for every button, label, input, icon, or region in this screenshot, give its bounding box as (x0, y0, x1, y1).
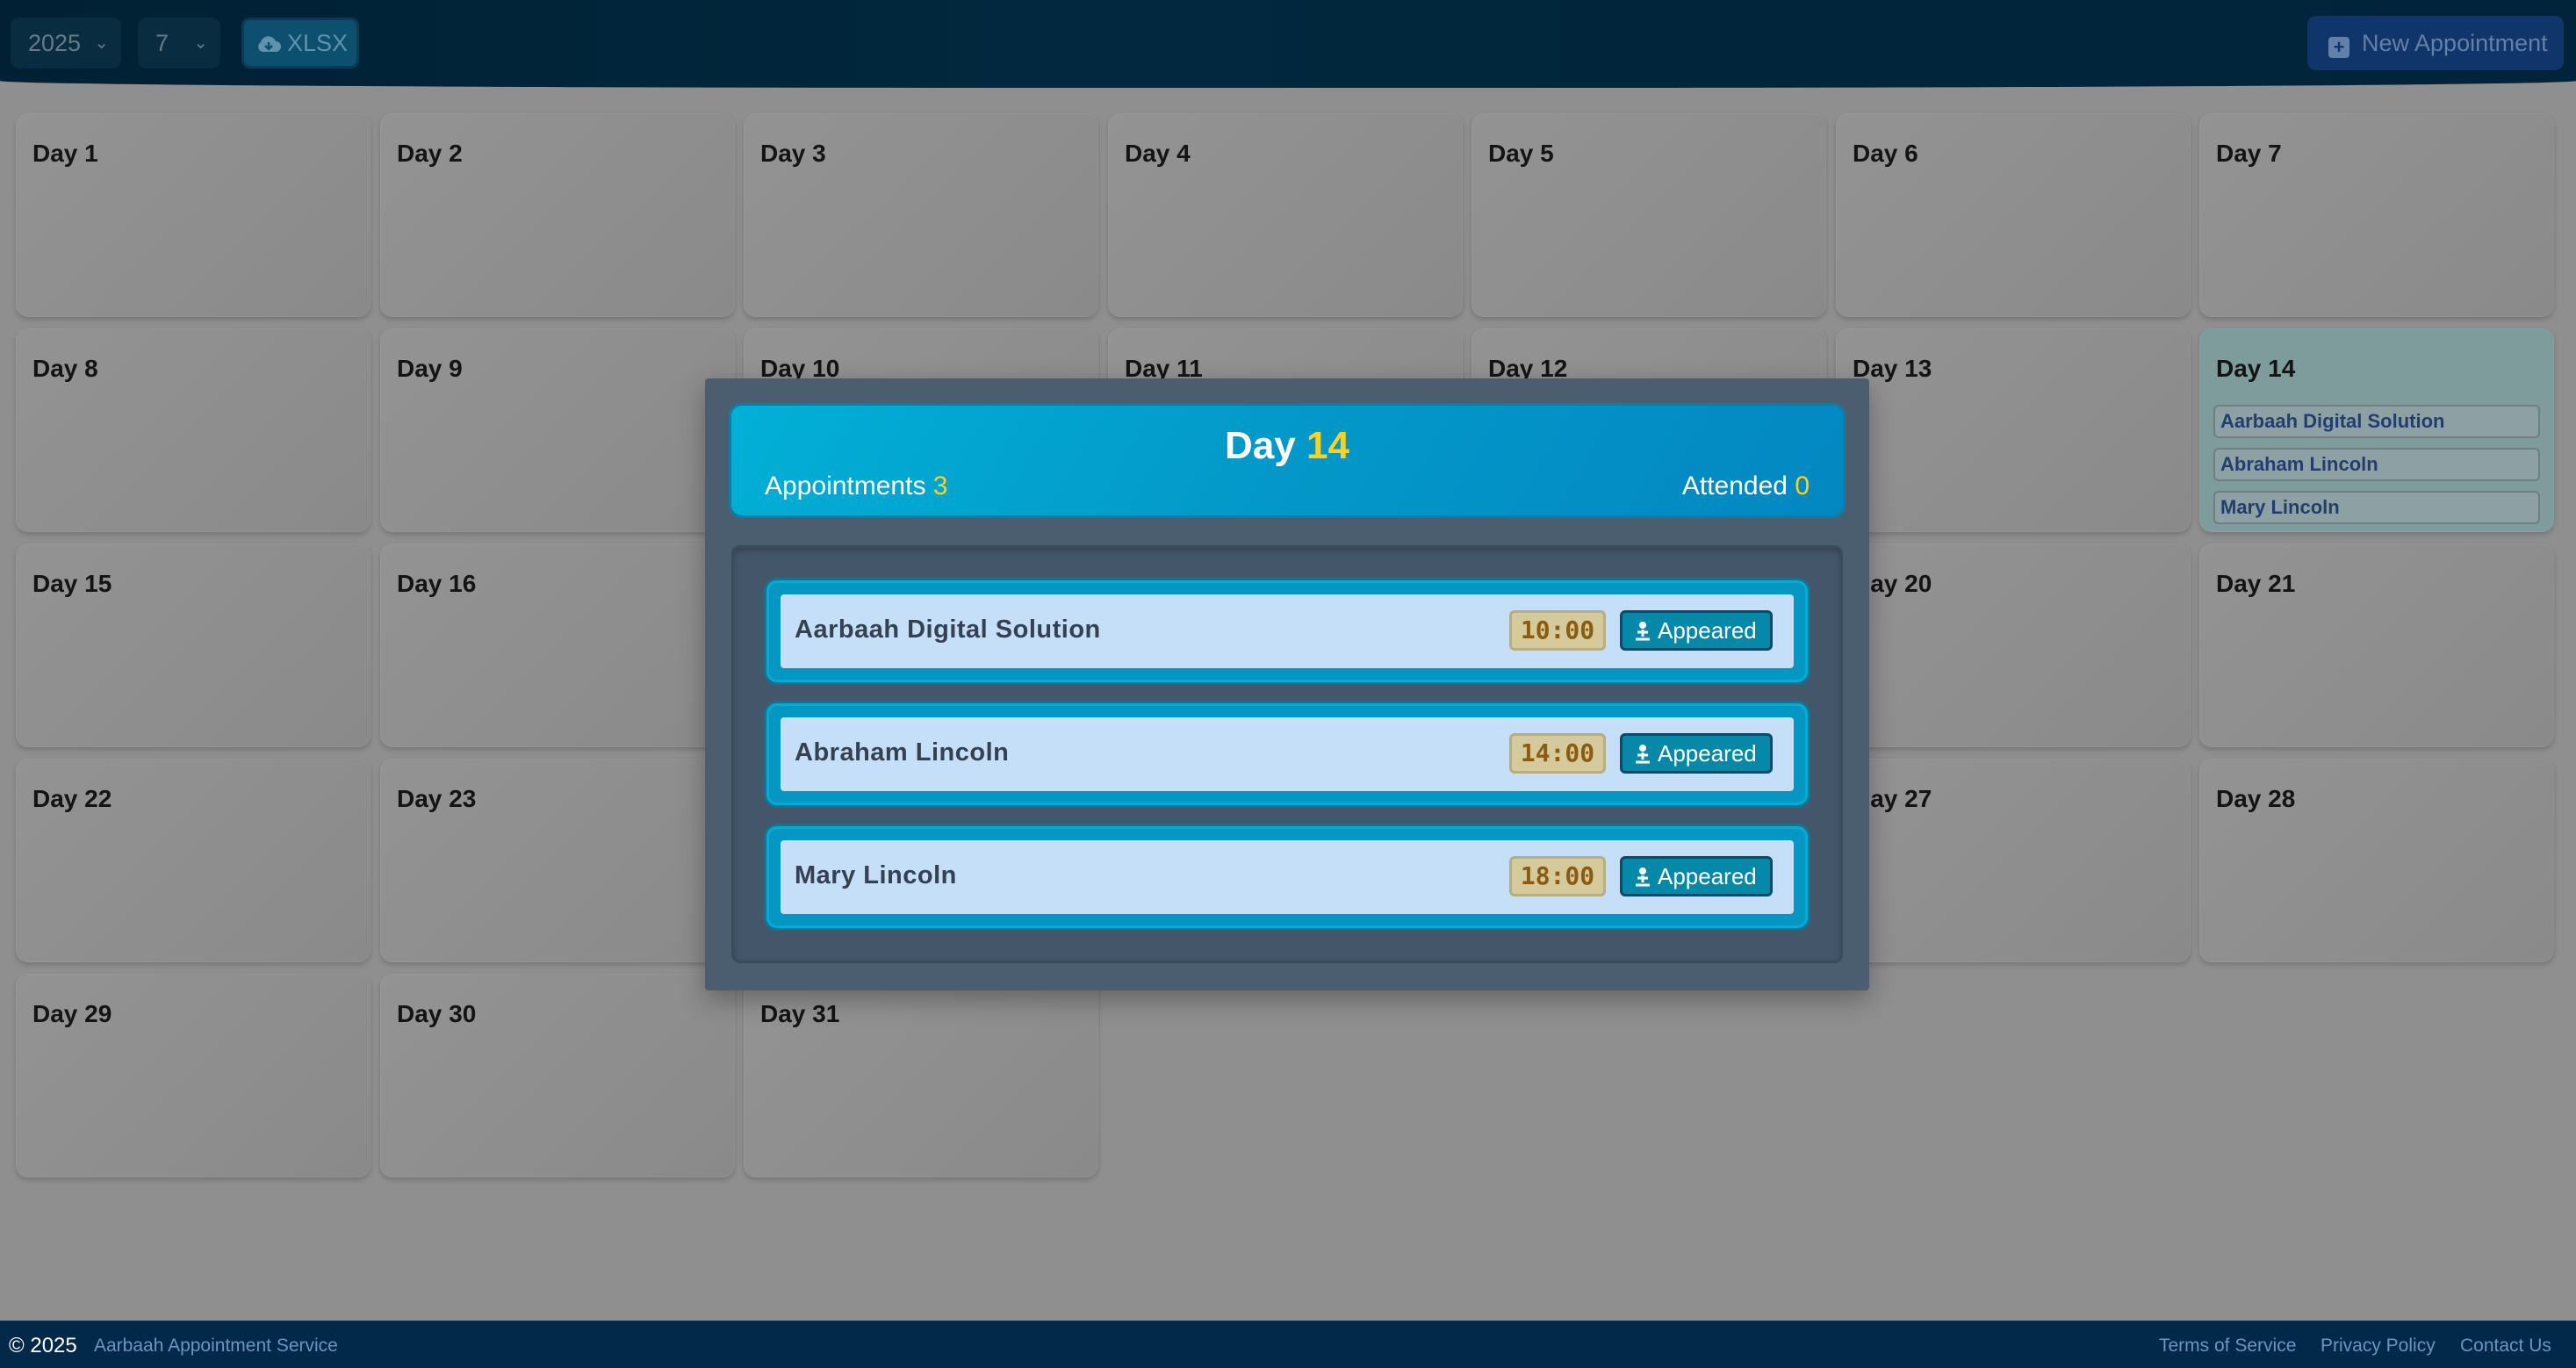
appointment-row: Abraham Lincoln 14:00 Appeared (766, 703, 1808, 805)
appointment-list: Aarbaah Digital Solution 10:00 Appeared … (731, 545, 1843, 963)
cloud-download-icon (258, 36, 281, 52)
modal-title: Day 14 (731, 424, 1843, 468)
day-cell[interactable]: Day 30 (380, 974, 735, 1177)
appointments-count: 3 (932, 472, 948, 500)
footer-brand-link[interactable]: Aarbaah Appointment Service (94, 1336, 338, 1357)
person-icon (1636, 622, 1650, 641)
day-label: Day 3 (760, 140, 826, 167)
day-label: Day 15 (32, 570, 112, 597)
day-cell[interactable]: Day 31 (744, 974, 1098, 1177)
appointment-card[interactable]: Mary Lincoln 18:00 Appeared (781, 840, 1794, 914)
chevron-down-icon: ⌄ (193, 33, 208, 53)
year-select[interactable]: 2025 ⌄ (11, 18, 121, 68)
person-icon (1636, 868, 1650, 887)
modal-title-day: 14 (1306, 424, 1349, 467)
day-detail-modal: Day 14 Appointments 3 Attended 0 Aarbaah… (705, 378, 1869, 990)
day-cell[interactable]: Day 22 (16, 759, 371, 962)
appointment-time: 10:00 (1509, 610, 1606, 651)
copyright: © 2025 (9, 1334, 77, 1357)
appointment-card[interactable]: Abraham Lincoln 14:00 Appeared (781, 717, 1794, 791)
appointment-name: Aarbaah Digital Solution (795, 616, 1101, 644)
appeared-button[interactable]: Appeared (1620, 610, 1773, 651)
day-label: Day 6 (1853, 140, 1918, 167)
day-cell[interactable]: Day 3 (744, 113, 1098, 317)
appeared-label: Appeared (1658, 617, 1757, 644)
chevron-down-icon: ⌄ (94, 33, 109, 53)
day-cell[interactable]: Day 15 (16, 544, 371, 747)
day-label: Day 28 (2216, 785, 2296, 812)
day-label: Day 14 (2216, 355, 2296, 382)
day-appointment-chip[interactable]: Aarbaah Digital Solution (2213, 405, 2540, 438)
appeared-label: Appeared (1658, 863, 1757, 889)
attended-count: 0 (1795, 472, 1810, 500)
appeared-button[interactable]: Appeared (1620, 856, 1773, 896)
appointments-summary: Appointments 3 (765, 472, 947, 501)
privacy-link[interactable]: Privacy Policy (2321, 1336, 2436, 1357)
day-label: Day 9 (397, 355, 463, 382)
appeared-button[interactable]: Appeared (1620, 733, 1773, 774)
day-label: Day 30 (397, 1000, 477, 1027)
day-cell[interactable]: Day 21 (2199, 544, 2554, 747)
day-label: Day 31 (760, 1000, 840, 1027)
day-label: Day 16 (397, 570, 477, 597)
day-cell[interactable]: Day 4 (1108, 113, 1463, 317)
day-appointment-chip[interactable]: Abraham Lincoln (2213, 448, 2540, 481)
day-label: Day 21 (2216, 570, 2296, 597)
appointment-row: Mary Lincoln 18:00 Appeared (766, 826, 1808, 928)
top-toolbar: 2025 ⌄ 7 ⌄ XLSX + New Appointment (0, 0, 2576, 88)
day-label: Day 4 (1125, 140, 1191, 167)
day-label: Day 8 (32, 355, 98, 382)
day-cell[interactable]: Day 6 (1836, 113, 2191, 317)
day-label: Day 22 (32, 785, 112, 812)
day-label: Day 2 (397, 140, 463, 167)
appointment-name: Abraham Lincoln (795, 738, 1010, 767)
modal-header: Day 14 Appointments 3 Attended 0 (731, 406, 1843, 515)
attended-label: Attended (1681, 472, 1788, 500)
appointment-time: 18:00 (1509, 856, 1606, 896)
attended-summary: Attended 0 (1682, 472, 1810, 501)
appointment-row: Aarbaah Digital Solution 10:00 Appeared (766, 580, 1808, 682)
day-cell[interactable]: Day 27 (1836, 759, 2191, 962)
day-cell[interactable]: Day 9 (380, 328, 735, 532)
appointment-card[interactable]: Aarbaah Digital Solution 10:00 Appeared (781, 594, 1794, 668)
modal-title-prefix: Day (1225, 424, 1296, 467)
terms-link[interactable]: Terms of Service (2159, 1336, 2296, 1357)
export-xlsx-button[interactable]: XLSX (241, 18, 359, 68)
day-cell[interactable]: Day 20 (1836, 544, 2191, 747)
day-cell[interactable]: Day 1 (16, 113, 371, 317)
appointment-time: 14:00 (1509, 733, 1606, 774)
contact-link[interactable]: Contact Us (2460, 1336, 2551, 1357)
day-label: Day 23 (397, 785, 477, 812)
appeared-label: Appeared (1658, 740, 1757, 767)
month-select-value: 7 (155, 30, 169, 56)
month-select[interactable]: 7 ⌄ (138, 18, 220, 68)
day-label: Day 5 (1488, 140, 1554, 167)
export-xlsx-label: XLSX (287, 30, 349, 56)
day-cell[interactable]: Day 2 (380, 113, 735, 317)
day-cell[interactable]: Day 7 (2199, 113, 2554, 317)
day-label: Day 7 (2216, 140, 2282, 167)
day-cell[interactable]: Day 23 (380, 759, 735, 962)
day-cell[interactable]: Day 29 (16, 974, 371, 1177)
footer: © 2025 Aarbaah Appointment Service Terms… (0, 1321, 2576, 1368)
day-label: Day 29 (32, 1000, 112, 1027)
appointments-label: Appointments (765, 472, 926, 500)
day-appointment-chip[interactable]: Mary Lincoln (2213, 491, 2540, 524)
day-cell[interactable]: Day 5 (1471, 113, 1826, 317)
day-cell[interactable]: Day 13 (1836, 328, 2191, 532)
day-cell[interactable]: Day 8 (16, 328, 371, 532)
day-cell[interactable]: Day 16 (380, 544, 735, 747)
day-label: Day 1 (32, 140, 98, 167)
appointment-name: Mary Lincoln (795, 861, 957, 889)
day-cell[interactable]: Day 14 Aarbaah Digital Solution Abraham Li… (2199, 328, 2554, 532)
plus-square-icon: + (2328, 37, 2349, 58)
new-appointment-label: New Appointment (2362, 30, 2548, 56)
year-select-value: 2025 (28, 30, 82, 56)
new-appointment-button[interactable]: + New Appointment (2307, 16, 2564, 70)
person-icon (1636, 745, 1650, 764)
day-cell[interactable]: Day 28 (2199, 759, 2554, 962)
